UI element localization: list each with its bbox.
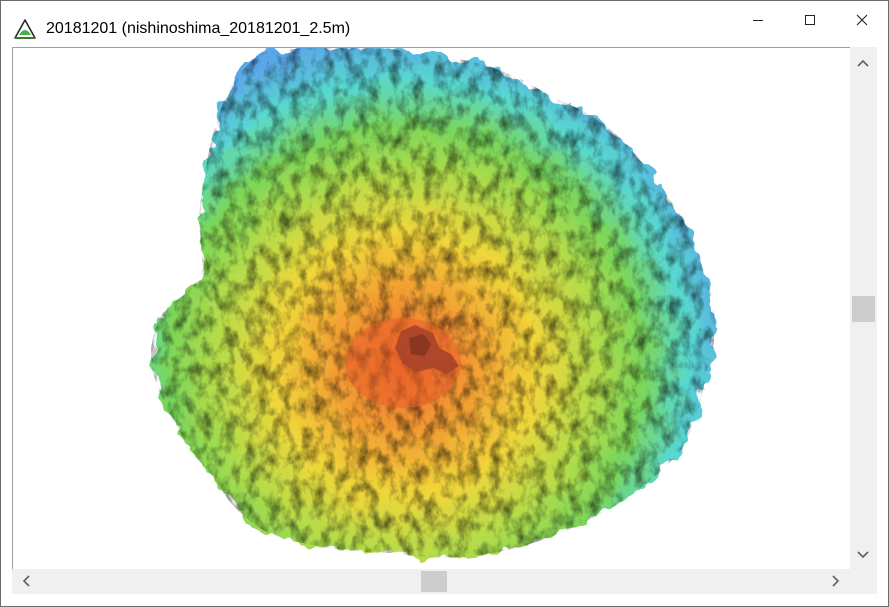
minimize-icon [753,20,763,21]
maximize-button[interactable] [784,1,836,39]
title-bar[interactable]: 20181201 (nishinoshima_20181201_2.5m) [1,1,888,45]
scroll-left-button[interactable] [16,571,36,591]
scroll-right-button[interactable] [826,571,846,591]
window-title: 20181201 (nishinoshima_20181201_2.5m) [46,20,351,37]
horizontal-scrollbar[interactable] [12,569,850,594]
map-viewport[interactable] [12,47,850,569]
scroll-down-button[interactable] [853,545,873,565]
horizontal-scroll-thumb[interactable] [421,571,447,592]
summit-crater [345,318,461,408]
maximize-icon [805,15,815,25]
chevron-up-icon [857,59,869,67]
minimize-button[interactable] [732,1,784,39]
close-icon [856,14,868,26]
triangle-landform-icon [14,19,36,39]
chevron-right-icon [832,575,840,587]
app-window: 20181201 (nishinoshima_20181201_2.5m) [0,0,889,607]
vertical-scrollbar[interactable] [850,47,877,569]
chevron-down-icon [857,551,869,559]
scroll-up-button[interactable] [853,53,873,73]
chevron-left-icon [22,575,30,587]
close-button[interactable] [836,1,888,39]
scrollbar-corner [850,569,877,594]
elevation-map [151,48,715,558]
vertical-scroll-thumb[interactable] [852,296,875,322]
